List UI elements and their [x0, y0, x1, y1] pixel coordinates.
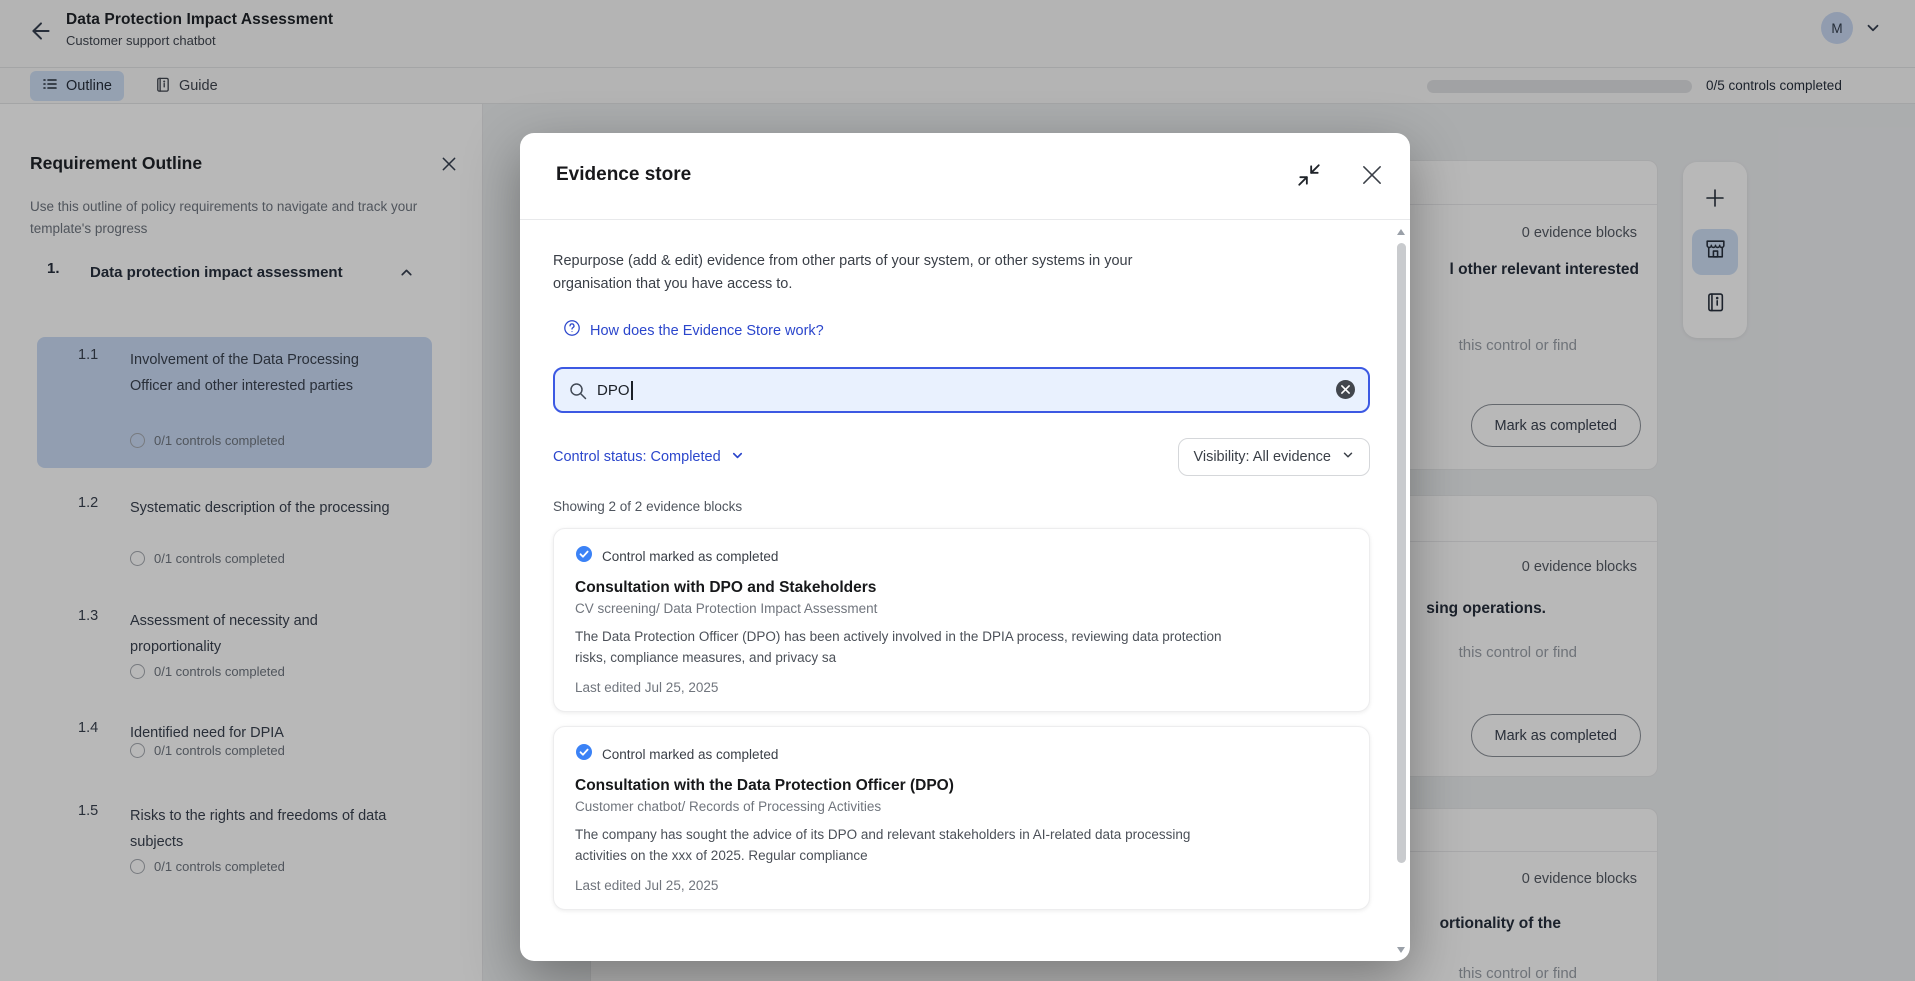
completed-check-icon	[575, 545, 593, 568]
modal-intro: Repurpose (add & edit) evidence from oth…	[553, 250, 1213, 296]
visibility-filter-label: Visibility: All evidence	[1193, 449, 1331, 465]
search-input[interactable]: DPO	[553, 367, 1370, 413]
control-status-filter-label: Control status: Completed	[553, 449, 721, 465]
modal-body: Repurpose (add & edit) evidence from oth…	[520, 221, 1396, 961]
results-summary: Showing 2 of 2 evidence blocks	[553, 499, 1370, 514]
text-caret	[631, 381, 633, 400]
completed-check-icon	[575, 743, 593, 766]
modal-header: Evidence store	[520, 133, 1410, 220]
chevron-down-icon	[1341, 448, 1355, 466]
screen: Data Protection Impact Assessment Custom…	[0, 0, 1915, 981]
evidence-store-modal: Evidence store Repurpose (add & edit) ev…	[520, 133, 1410, 961]
evidence-block-card[interactable]: Control marked as completed Consultation…	[553, 726, 1370, 910]
modal-title: Evidence store	[556, 164, 691, 186]
clear-search-icon[interactable]	[1336, 380, 1355, 399]
chevron-down-icon	[730, 448, 745, 467]
scrollbar-thumb[interactable]	[1397, 243, 1406, 863]
evidence-excerpt: The company has sought the advice of its…	[575, 825, 1235, 867]
scroll-down-arrow-icon[interactable]	[1397, 947, 1405, 953]
visibility-filter[interactable]: Visibility: All evidence	[1178, 438, 1370, 476]
search-icon	[568, 381, 588, 406]
help-question-icon	[563, 319, 581, 342]
evidence-last-edited: Last edited Jul 25, 2025	[575, 878, 1348, 893]
help-link-label: How does the Evidence Store work?	[590, 323, 824, 339]
evidence-source: Customer chatbot/ Records of Processing …	[575, 799, 1348, 814]
scroll-up-arrow-icon[interactable]	[1397, 229, 1405, 235]
filter-row: Control status: Completed Visibility: Al…	[553, 438, 1370, 476]
collapse-icon[interactable]	[1296, 162, 1322, 188]
evidence-block-card[interactable]: Control marked as completed Consultation…	[553, 528, 1370, 712]
search-value: DPO	[597, 382, 630, 399]
evidence-title: Consultation with DPO and Stakeholders	[575, 579, 1348, 597]
evidence-status-label: Control marked as completed	[602, 747, 778, 762]
control-status-filter[interactable]: Control status: Completed	[553, 448, 745, 467]
evidence-excerpt: The Data Protection Officer (DPO) has be…	[575, 627, 1235, 669]
evidence-title: Consultation with the Data Protection Of…	[575, 777, 1348, 795]
evidence-last-edited: Last edited Jul 25, 2025	[575, 680, 1348, 695]
evidence-store-help-link[interactable]: How does the Evidence Store work?	[563, 319, 1370, 342]
close-icon[interactable]	[1358, 161, 1386, 189]
evidence-status-label: Control marked as completed	[602, 549, 778, 564]
modal-scrollbar[interactable]	[1396, 229, 1407, 953]
evidence-source: CV screening/ Data Protection Impact Ass…	[575, 601, 1348, 616]
